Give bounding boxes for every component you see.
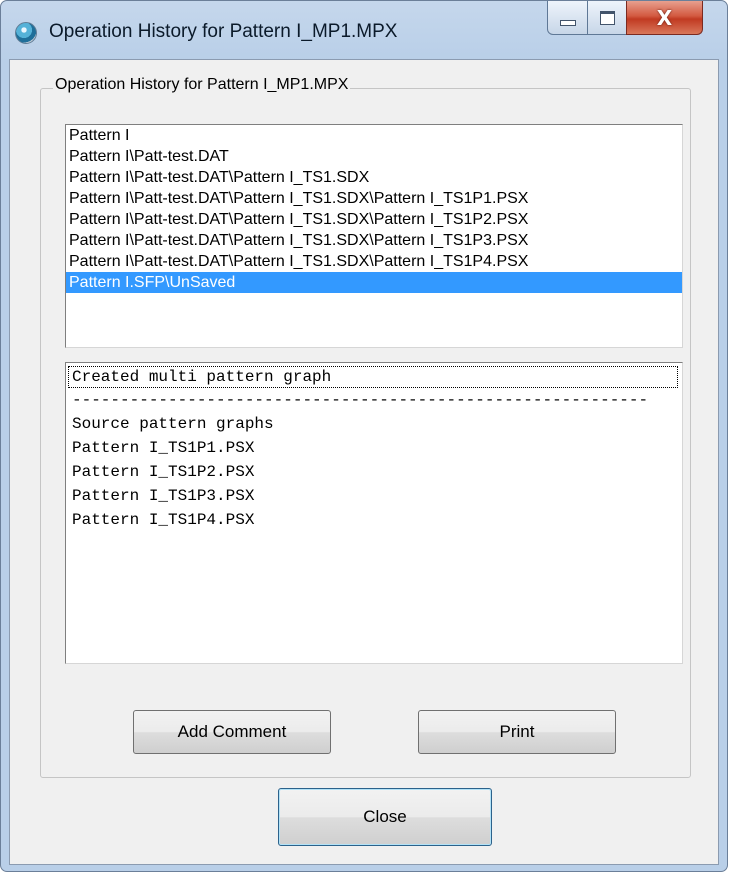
globe-app-icon <box>15 22 37 44</box>
list-item[interactable]: Pattern I\Patt-test.DAT\Pattern I_TS1.SD… <box>66 209 682 230</box>
list-item[interactable]: Pattern I\Patt-test.DAT\Pattern I_TS1.SD… <box>66 230 682 251</box>
window-title: Operation History for Pattern I_MP1.MPX <box>49 21 398 42</box>
list-item[interactable]: Pattern I\Patt-test.DAT\Pattern I_TS1.SD… <box>66 188 682 209</box>
detail-line: Source pattern graphs <box>72 415 274 433</box>
title-bar[interactable]: Operation History for Pattern I_MP1.MPX … <box>1 1 727 59</box>
detail-line: Pattern I_TS1P1.PSX <box>72 439 255 457</box>
list-item[interactable]: Pattern I\Patt-test.DAT\Pattern I_TS1.SD… <box>66 251 682 272</box>
detail-separator: ----------------------------------------… <box>72 391 649 409</box>
history-listbox[interactable]: Pattern I Pattern I\Patt-test.DAT Patter… <box>65 124 683 348</box>
detail-line: Pattern I_TS1P3.PSX <box>72 487 255 505</box>
detail-line: Created multi pattern graph <box>68 366 678 388</box>
detail-line: Pattern I_TS1P2.PSX <box>72 463 255 481</box>
add-comment-button[interactable]: Add Comment <box>133 710 331 754</box>
operation-history-window: Operation History for Pattern I_MP1.MPX … <box>0 0 728 872</box>
dialog-client-area: Operation History for Pattern I_MP1.MPX … <box>9 59 719 865</box>
print-button[interactable]: Print <box>418 710 616 754</box>
list-item[interactable]: Pattern I <box>66 125 682 146</box>
maximize-icon <box>599 10 615 25</box>
detail-line: Pattern I_TS1P4.PSX <box>72 511 255 529</box>
minimize-icon <box>559 19 576 26</box>
minimize-button[interactable] <box>547 1 588 35</box>
list-item-selected[interactable]: Pattern I.SFP\UnSaved <box>66 272 682 293</box>
operation-detail-textarea[interactable]: Created multi pattern graph ------------… <box>65 362 683 664</box>
close-window-button[interactable]: X <box>626 1 703 35</box>
close-button[interactable]: Close <box>278 788 492 846</box>
groupbox-label: Operation History for Pattern I_MP1.MPX <box>53 76 351 94</box>
list-item[interactable]: Pattern I\Patt-test.DAT <box>66 146 682 167</box>
close-icon: X <box>656 5 673 30</box>
list-item[interactable]: Pattern I\Patt-test.DAT\Pattern I_TS1.SD… <box>66 167 682 188</box>
maximize-button[interactable] <box>587 1 627 35</box>
